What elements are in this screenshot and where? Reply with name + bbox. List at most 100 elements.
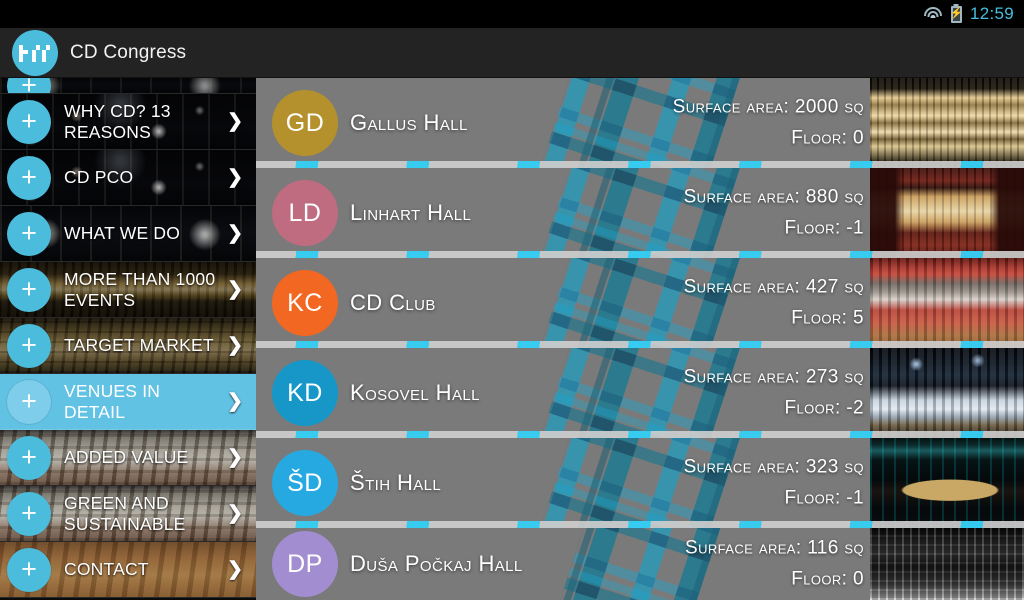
chevron-right-icon[interactable]: ❯ — [227, 168, 243, 187]
plus-icon[interactable]: + — [7, 547, 51, 592]
sidebar-item-label: ADDED VALUE — [64, 447, 189, 467]
plus-icon[interactable]: + — [7, 99, 51, 144]
venue-surface-area: Surface area: 273 sq — [683, 366, 864, 388]
sidebar-item-label: CONTACT — [64, 559, 149, 579]
plus-icon[interactable]: + — [7, 435, 51, 480]
venue-row[interactable]: DP Duša Počkaj Hall Surface area: 116 sq Fl… — [256, 528, 1024, 600]
venue-floor: Floor: -1 — [784, 487, 864, 509]
sidebar-item-contact[interactable]: + CONTACT ❯ — [0, 542, 256, 598]
venue-initials-badge: DP — [272, 531, 338, 597]
venue-name: Linhart Hall — [350, 200, 472, 225]
sidebar-item-label: VENUES IN DETAIL — [64, 380, 161, 422]
plus-icon[interactable]: + — [7, 78, 51, 93]
venue-name: Kosovel Hall — [350, 380, 480, 405]
venue-surface-area: Surface area: 2000 sq — [672, 96, 864, 118]
chevron-right-icon[interactable]: ❯ — [227, 560, 243, 579]
venue-meta: Surface area: 2000 sq Floor: 0 — [673, 97, 864, 150]
venue-photo — [870, 258, 1024, 348]
action-bar: CD Congress — [0, 28, 1024, 78]
chevron-right-icon[interactable]: ❯ — [227, 392, 243, 411]
sidebar-item-label: MORE THAN 1000 EVENTS — [64, 268, 216, 310]
content-area: + + WHY CD? 13 REASONS ❯ + CD PCO ❯ + WHAT WE DO… — [0, 78, 1024, 600]
venue-photo — [870, 438, 1024, 528]
venue-floor: Floor: 5 — [791, 307, 864, 329]
sidebar-item-more-than-1000-events[interactable]: + MORE THAN 1000 EVENTS ❯ — [0, 262, 256, 318]
venue-initials-badge: LD — [272, 180, 338, 246]
venue-photo — [870, 348, 1024, 438]
venue-thumbnail — [870, 168, 1024, 258]
venue-thumbnail — [870, 258, 1024, 348]
chevron-right-icon[interactable]: ❯ — [227, 448, 243, 467]
charging-bolt-glyph: ⚡ — [949, 7, 964, 20]
venue-thumbnail — [870, 528, 1024, 600]
app-title: CD Congress — [70, 41, 187, 63]
battery-charging-icon: ⚡ — [949, 5, 964, 23]
venue-initials-badge: GD — [272, 90, 338, 156]
sidebar-item-cd-pco[interactable]: + CD PCO ❯ — [0, 150, 256, 206]
plus-icon[interactable]: + — [7, 379, 51, 424]
venue-surface-area: Surface area: 880 sq — [683, 186, 864, 208]
sidebar-item-label: WHY CD? 13 REASONS — [64, 100, 171, 142]
plus-icon[interactable]: + — [7, 267, 51, 312]
venue-initials-badge: KD — [272, 360, 338, 426]
sidebar-item-label: TARGET MARKET — [64, 335, 214, 355]
venue-initials-badge: KC — [272, 270, 338, 336]
sidebar-item-label: WHAT WE DO — [64, 223, 181, 243]
row-divider — [256, 431, 1024, 438]
status-bar: ⚡ 12:59 — [0, 0, 1024, 28]
sidebar-item-target-market[interactable]: + TARGET MARKET ❯ — [0, 318, 256, 374]
sidebar-item-label: CD PCO — [64, 167, 134, 187]
chevron-right-icon[interactable]: ❯ — [227, 336, 243, 355]
venue-name: Štih Hall — [350, 470, 442, 495]
sidebar-item-added-value[interactable]: + ADDED VALUE ❯ — [0, 430, 256, 486]
row-divider — [256, 161, 1024, 168]
venue-name: Duša Počkaj Hall — [350, 551, 523, 576]
venue-meta: Surface area: 323 sq Floor: -1 — [684, 457, 864, 510]
venue-row[interactable]: KC CD Club Surface area: 427 sq Floor: 5 — [256, 258, 1024, 348]
venue-thumbnail — [870, 78, 1024, 168]
chevron-right-icon[interactable]: ❯ — [227, 280, 243, 299]
venue-floor: Floor: 0 — [791, 568, 864, 590]
venue-surface-area: Surface area: 427 sq — [683, 276, 864, 298]
venue-thumbnail — [870, 438, 1024, 528]
venue-row[interactable]: LD Linhart Hall Surface area: 880 sq Floor:… — [256, 168, 1024, 258]
sidebar-item-what-we-do[interactable]: + WHAT WE DO ❯ — [0, 206, 256, 262]
sidebar-item-green-and-sustainable[interactable]: + GREEN AND SUSTAINABLE ❯ — [0, 486, 256, 542]
status-clock: 12:59 — [969, 4, 1014, 23]
venue-row[interactable]: ŠD Štih Hall Surface area: 323 sq Floor: -1 — [256, 438, 1024, 528]
row-divider — [256, 521, 1024, 528]
venue-meta: Surface area: 427 sq Floor: 5 — [684, 277, 864, 330]
venue-name: Gallus Hall — [350, 110, 468, 135]
plus-icon[interactable]: + — [7, 211, 51, 256]
venue-meta: Surface area: 273 sq Floor: -2 — [684, 367, 864, 420]
app-logo-icon[interactable] — [12, 29, 58, 76]
row-divider — [256, 341, 1024, 348]
chevron-right-icon[interactable]: ❯ — [227, 224, 243, 243]
plus-icon[interactable]: + — [7, 155, 51, 200]
venue-floor: Floor: 0 — [791, 127, 864, 149]
venue-floor: Floor: -2 — [784, 397, 864, 419]
venue-surface-area: Surface area: 116 sq — [685, 537, 864, 559]
venue-initials-badge: ŠD — [272, 450, 338, 516]
chevron-right-icon[interactable]: ❯ — [227, 112, 243, 131]
venue-photo — [870, 528, 1024, 600]
venue-surface-area: Surface area: 323 sq — [683, 456, 864, 478]
sidebar-item-label: GREEN AND SUSTAINABLE — [64, 492, 186, 534]
venue-row[interactable]: KD Kosovel Hall Surface area: 273 sq Floor:… — [256, 348, 1024, 438]
sidebar-item-why-cd-13-reasons[interactable]: + WHY CD? 13 REASONS ❯ — [0, 94, 256, 150]
sidebar-menu[interactable]: + + WHY CD? 13 REASONS ❯ + CD PCO ❯ + WHAT WE DO… — [0, 78, 256, 600]
venue-floor: Floor: -1 — [784, 217, 864, 239]
row-divider — [256, 251, 1024, 258]
venue-thumbnail — [870, 348, 1024, 438]
venue-meta: Surface area: 116 sq Floor: 0 — [685, 538, 864, 591]
sidebar-item-venues-in-detail[interactable]: + VENUES IN DETAIL ❯ — [0, 374, 256, 430]
venue-photo — [870, 168, 1024, 258]
chevron-right-icon[interactable]: ❯ — [227, 504, 243, 523]
plus-icon[interactable]: + — [7, 323, 51, 368]
venue-list[interactable]: GD Gallus Hall Surface area: 2000 sq Floor:… — [256, 78, 1024, 600]
venue-meta: Surface area: 880 sq Floor: -1 — [684, 187, 864, 240]
sidebar-item-item-0[interactable]: + — [0, 78, 256, 94]
wifi-icon — [923, 6, 943, 22]
venue-row[interactable]: GD Gallus Hall Surface area: 2000 sq Floor:… — [256, 78, 1024, 168]
plus-icon[interactable]: + — [7, 491, 51, 536]
